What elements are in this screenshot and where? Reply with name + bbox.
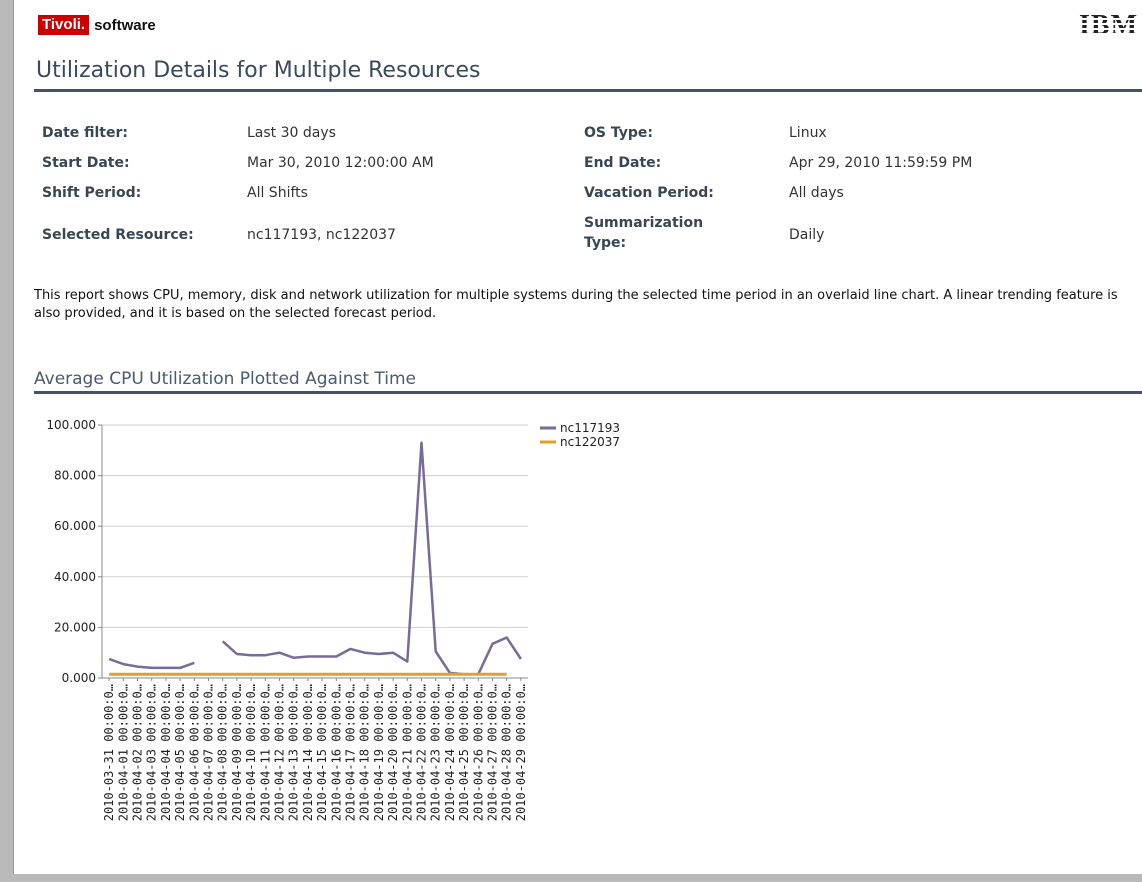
y-tick-label: 20.000 xyxy=(54,620,96,634)
x-tick-label: 2010-04-14 00:00:0… xyxy=(301,684,315,821)
x-tick-label: 2010-04-02 00:00:0… xyxy=(131,684,145,821)
x-tick-label: 2010-04-03 00:00:0… xyxy=(145,684,159,821)
x-tick-label: 2010-04-05 00:00:0… xyxy=(173,684,187,821)
x-tick-label: 2010-04-04 00:00:0… xyxy=(159,684,173,821)
x-tick-label: 2010-04-22 00:00:0… xyxy=(415,684,429,821)
x-tick-label: 2010-04-19 00:00:0… xyxy=(372,684,386,821)
x-tick-label: 2010-04-08 00:00:0… xyxy=(216,684,230,821)
x-tick-label: 2010-04-07 00:00:0… xyxy=(202,684,216,821)
x-tick-label: 2010-04-18 00:00:0… xyxy=(358,684,372,821)
x-tick-label: 2010-04-27 00:00:0… xyxy=(486,684,500,821)
legend-label-nc117193: nc117193 xyxy=(560,421,620,435)
cpu-utilization-chart: 0.000 20.000 40.000 60.000 80.000 100.000 2010… xyxy=(46,418,620,821)
x-tick-label: 2010-04-21 00:00:0… xyxy=(400,684,414,821)
x-tick-label: 2010-04-13 00:00:0… xyxy=(287,684,301,821)
x-tick-label: 2010-04-28 00:00:0… xyxy=(500,684,514,821)
series-line-nc117193 xyxy=(221,441,522,676)
window-bottom-border xyxy=(0,874,1142,882)
x-tick-label: 2010-04-15 00:00:0… xyxy=(315,684,329,821)
x-tick-label: 2010-04-10 00:00:0… xyxy=(244,684,258,821)
y-tick-label: 40.000 xyxy=(54,570,96,584)
series-line-nc117193 xyxy=(108,657,195,670)
y-tick-label: 80.000 xyxy=(54,469,96,483)
x-tick-label: 2010-04-09 00:00:0… xyxy=(230,684,244,821)
x-tick-label: 2010-04-11 00:00:0… xyxy=(258,684,272,821)
x-tick-label: 2010-04-12 00:00:0… xyxy=(273,684,287,821)
x-tick-label: 2010-04-24 00:00:0… xyxy=(443,684,457,821)
x-tick-label: 2010-04-01 00:00:0… xyxy=(116,684,130,821)
x-tick-label: 2010-04-16 00:00:0… xyxy=(329,684,343,821)
x-tick-label: 2010-04-17 00:00:0… xyxy=(344,684,358,821)
x-tick-label: 2010-03-31 00:00:0… xyxy=(102,684,116,821)
y-tick-label: 60.000 xyxy=(54,519,96,533)
y-tick-label: 0.000 xyxy=(62,671,96,685)
legend-label-nc122037: nc122037 xyxy=(560,435,620,449)
x-tick-label: 2010-04-25 00:00:0… xyxy=(457,684,471,821)
x-tick-label: 2010-04-23 00:00:0… xyxy=(429,684,443,821)
x-tick-label: 2010-04-29 00:00:0… xyxy=(514,684,528,821)
report-page: Tivoli. software IBM Utilization Details… xyxy=(14,0,1142,874)
x-tick-label: 2010-04-06 00:00:0… xyxy=(187,684,201,821)
y-tick-label: 100.000 xyxy=(46,418,96,432)
window-left-border xyxy=(0,0,14,882)
x-tick-label: 2010-04-26 00:00:0… xyxy=(471,684,485,821)
x-tick-label: 2010-04-20 00:00:0… xyxy=(386,684,400,821)
